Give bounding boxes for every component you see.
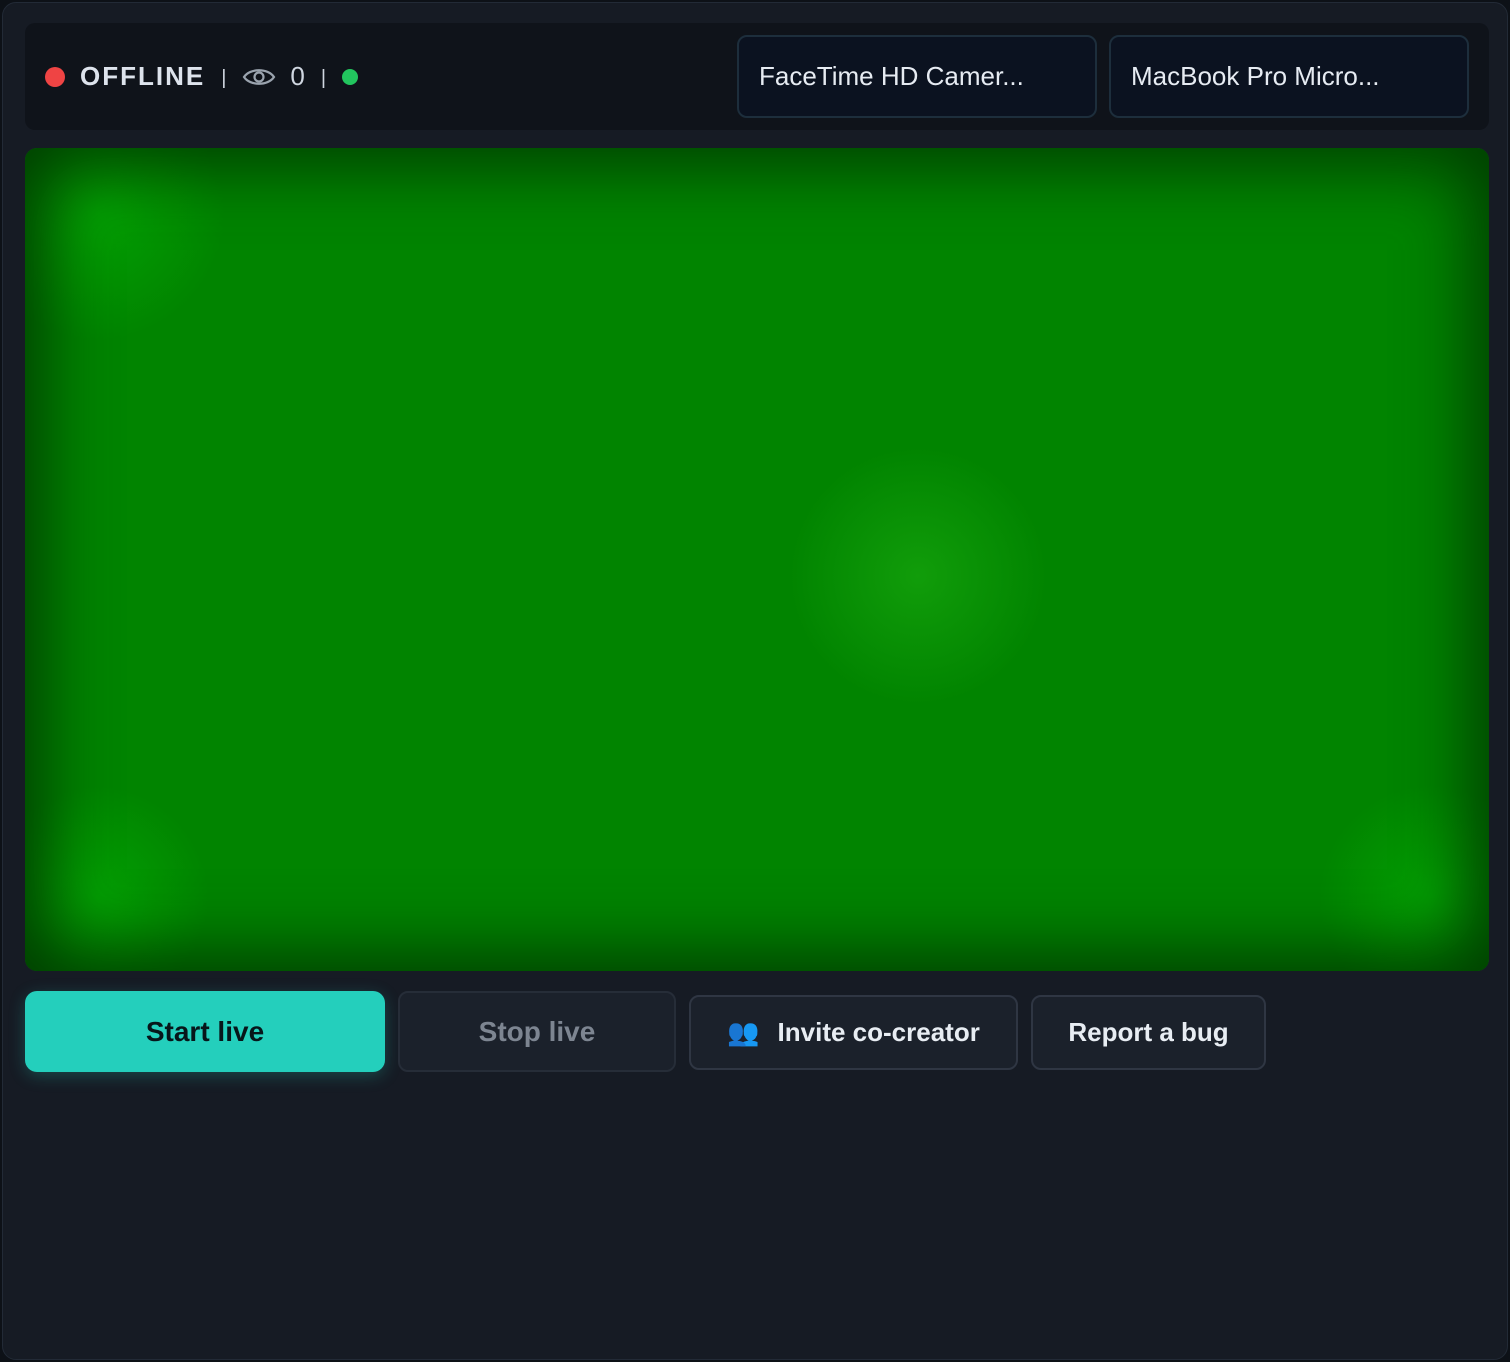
status-bar: OFFLINE | 0 | FaceTime HD Camer... MacBo… [25,23,1489,130]
offline-indicator-dot [45,66,65,87]
invite-co-creator-button[interactable]: 👥 Invite co-creator [689,995,1018,1070]
viewer-count: 0 [290,61,305,91]
camera-preview [25,148,1489,971]
separator: | [221,67,227,89]
separator: | [320,67,327,89]
people-icon: 👥 [727,1017,760,1047]
stop-live-button[interactable]: Stop live [398,991,676,1072]
stream-state-label: OFFLINE [80,61,206,91]
microphone-select[interactable]: MacBook Pro Micro... [1109,35,1469,118]
broadcast-panel: OFFLINE | 0 | FaceTime HD Camer... MacBo… [2,2,1508,1360]
camera-select[interactable]: FaceTime HD Camer... [737,35,1097,118]
eye-icon [243,68,276,85]
start-live-button[interactable]: Start live [25,991,385,1072]
connection-indicator-dot [342,68,359,85]
stream-status: OFFLINE | 0 | [45,23,370,130]
report-bug-button[interactable]: Report a bug [1031,995,1266,1070]
invite-label: Invite co-creator [777,1017,980,1047]
